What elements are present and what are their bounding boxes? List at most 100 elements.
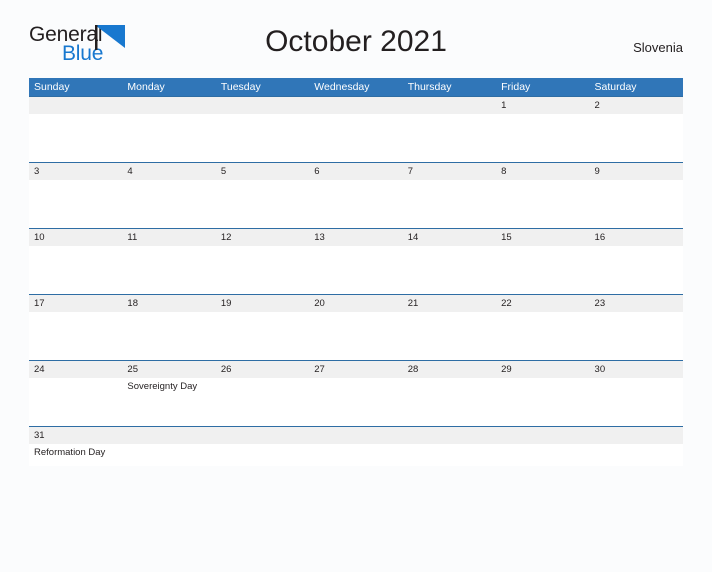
day-number[interactable]: 4 [122, 163, 215, 180]
day-number[interactable] [122, 97, 215, 114]
day-number[interactable]: 6 [309, 163, 402, 180]
day-number[interactable]: 5 [216, 163, 309, 180]
day-event [496, 378, 589, 427]
day-number[interactable]: 24 [29, 361, 122, 378]
day-event [309, 180, 402, 229]
weekday-header-wednesday: Wednesday [314, 81, 370, 93]
day-number[interactable] [590, 427, 683, 444]
day-event: Reformation Day [34, 447, 106, 458]
day-event [216, 246, 309, 295]
week-date-band: 1 2 [29, 97, 683, 114]
weekday-header-monday: Monday [127, 81, 165, 93]
day-event [590, 312, 683, 361]
day-number[interactable]: 8 [496, 163, 589, 180]
day-event [403, 378, 496, 427]
day-number[interactable] [309, 427, 402, 444]
day-event [590, 246, 683, 295]
day-event [216, 114, 309, 163]
week-date-band: 17 18 19 20 21 22 23 [29, 295, 683, 312]
weekday-header-sunday: Sunday [34, 81, 70, 93]
week-row: 10 11 12 13 14 15 16 [29, 228, 683, 295]
day-number[interactable]: 18 [122, 295, 215, 312]
day-event [496, 180, 589, 229]
day-event [496, 246, 589, 295]
day-number[interactable]: 30 [590, 361, 683, 378]
day-number[interactable]: 15 [496, 229, 589, 246]
weekday-header-saturday: Saturday [594, 81, 637, 93]
day-event [496, 114, 589, 163]
day-number[interactable]: 23 [590, 295, 683, 312]
day-number[interactable]: 16 [590, 229, 683, 246]
day-number[interactable]: 27 [309, 361, 402, 378]
day-event [29, 180, 122, 229]
day-number[interactable]: 17 [29, 295, 122, 312]
day-number[interactable]: 9 [590, 163, 683, 180]
week-event-band: Sovereignty Day [29, 378, 683, 427]
day-number[interactable]: 20 [309, 295, 402, 312]
day-event [496, 312, 589, 361]
day-number[interactable]: 21 [403, 295, 496, 312]
day-number[interactable]: 26 [216, 361, 309, 378]
weekday-header-friday: Friday [501, 81, 531, 93]
day-event [122, 246, 215, 295]
day-number[interactable] [403, 427, 496, 444]
week-row: 31 Reformation Day [29, 426, 683, 466]
day-event [216, 180, 309, 229]
day-event [403, 180, 496, 229]
week-event-band [29, 114, 683, 163]
day-event [309, 378, 402, 427]
day-event [496, 444, 589, 466]
day-number[interactable]: 13 [309, 229, 402, 246]
day-number[interactable] [29, 97, 122, 114]
day-number[interactable] [496, 427, 589, 444]
day-number[interactable]: 1 [496, 97, 589, 114]
week-event-band: Reformation Day [29, 444, 683, 466]
calendar-grid: Sunday Monday Tuesday Wednesday Thursday… [29, 78, 683, 466]
week-event-band [29, 246, 683, 295]
day-event: Sovereignty Day [127, 381, 198, 392]
day-number[interactable] [122, 427, 215, 444]
day-event [309, 444, 402, 466]
week-row: 1 2 [29, 96, 683, 163]
day-event [590, 114, 683, 163]
day-number[interactable]: 7 [403, 163, 496, 180]
day-event [590, 180, 683, 229]
country-label: Slovenia [633, 40, 683, 55]
day-event [403, 312, 496, 361]
day-number[interactable]: 28 [403, 361, 496, 378]
day-number[interactable]: 10 [29, 229, 122, 246]
day-number[interactable]: 31 [29, 427, 122, 444]
page-header: General Blue October 2021 Slovenia [29, 22, 683, 74]
week-event-band [29, 312, 683, 361]
week-row: 24 25 26 27 28 29 30 Sovereignty Day [29, 360, 683, 427]
weekday-header-tuesday: Tuesday [220, 81, 261, 93]
day-event [590, 378, 683, 427]
day-number[interactable]: 12 [216, 229, 309, 246]
day-event [309, 246, 402, 295]
day-event [29, 114, 122, 163]
day-number[interactable]: 11 [122, 229, 215, 246]
day-number[interactable]: 2 [590, 97, 683, 114]
day-number[interactable]: 14 [403, 229, 496, 246]
day-event [216, 444, 309, 466]
day-number[interactable]: 22 [496, 295, 589, 312]
weekday-header-thursday: Thursday [407, 81, 452, 93]
day-number[interactable] [216, 427, 309, 444]
day-event [216, 312, 309, 361]
day-event [403, 246, 496, 295]
day-number[interactable]: 19 [216, 295, 309, 312]
day-number[interactable]: 3 [29, 163, 122, 180]
week-date-band: 24 25 26 27 28 29 30 [29, 361, 683, 378]
day-number[interactable] [216, 97, 309, 114]
day-number[interactable] [309, 97, 402, 114]
day-number[interactable]: 25 [122, 361, 215, 378]
day-event [29, 378, 122, 427]
day-event [29, 246, 122, 295]
day-event [590, 444, 683, 466]
day-event [29, 312, 122, 361]
day-number[interactable]: 29 [496, 361, 589, 378]
day-event [122, 180, 215, 229]
week-row: 3 4 5 6 7 8 9 [29, 162, 683, 229]
week-row: 17 18 19 20 21 22 23 [29, 294, 683, 361]
day-number[interactable] [403, 97, 496, 114]
